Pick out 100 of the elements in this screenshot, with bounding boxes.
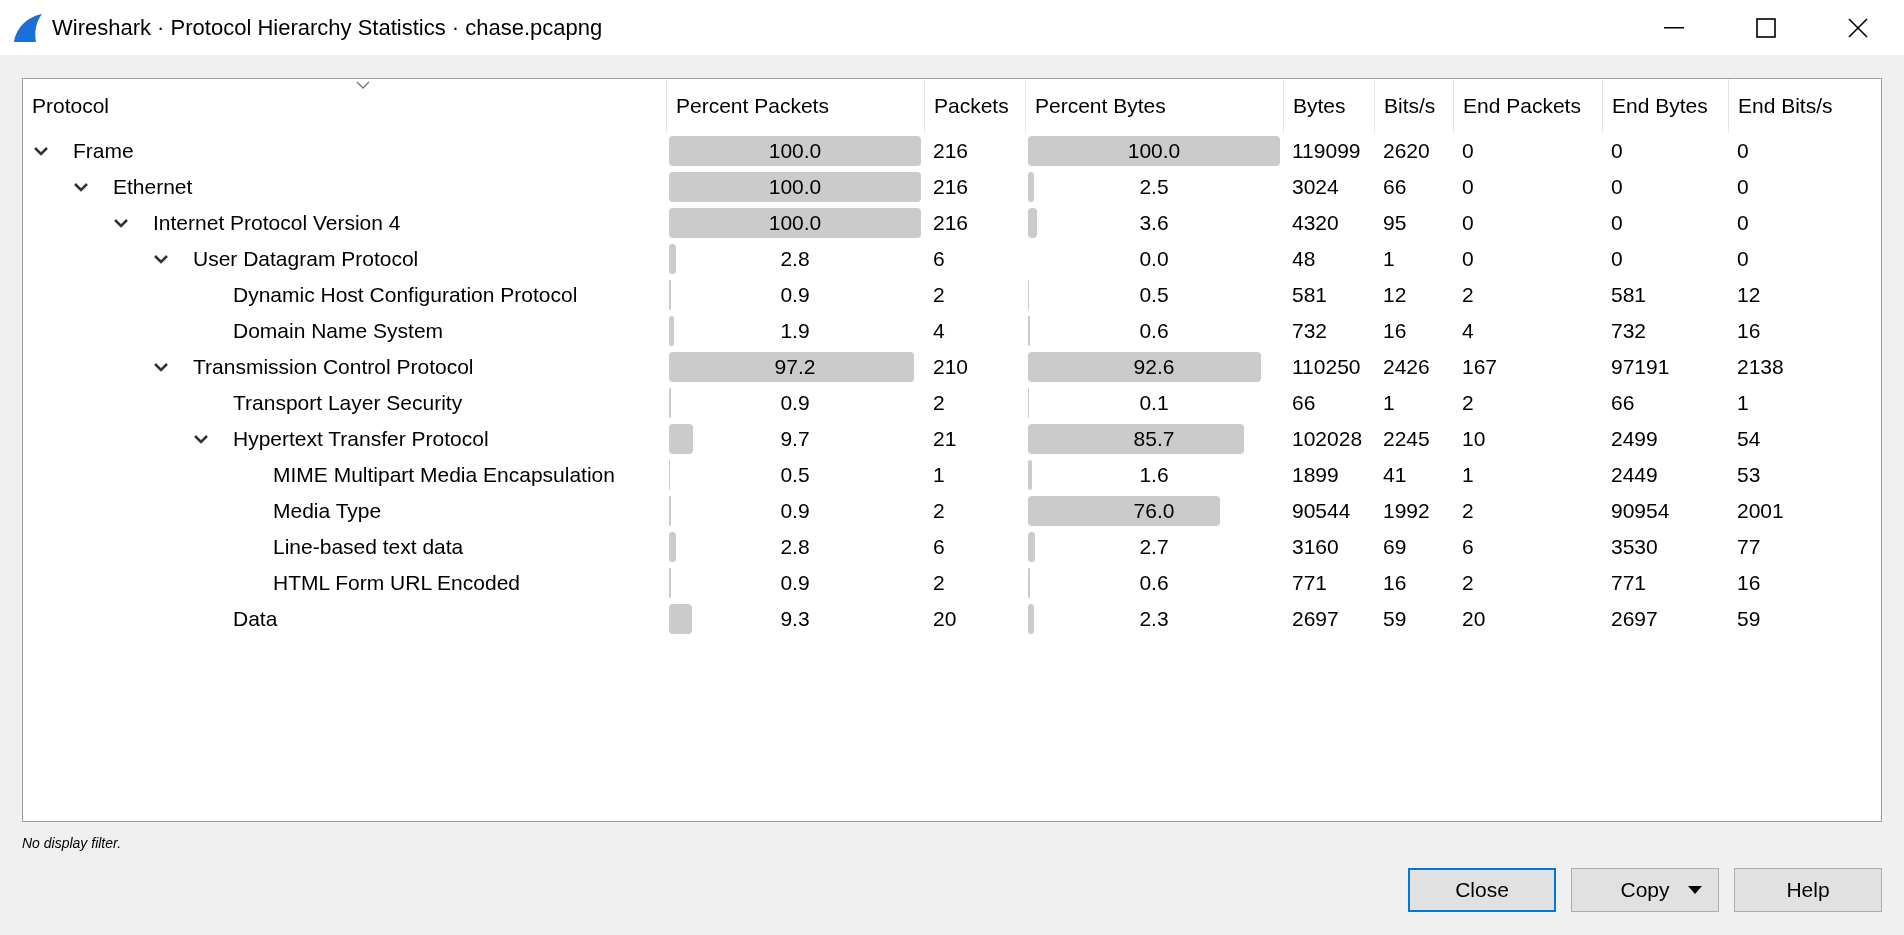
- table-row[interactable]: Ethernet 100.0 216 2.5 3024 66 0 0 0: [23, 169, 1881, 205]
- table-cell-text: 732: [1292, 318, 1328, 345]
- table-cell-text: 2: [1462, 570, 1474, 597]
- table-cell-text: 66: [1292, 390, 1316, 417]
- protocol-name: MIME Multipart Media Encapsulation: [273, 462, 615, 489]
- table-cell-text: 0: [1737, 174, 1749, 201]
- percent-value: 0.0: [1139, 246, 1169, 273]
- table-cell-text: 2620: [1383, 138, 1430, 165]
- table-cell-text: 732: [1611, 318, 1647, 345]
- table-cell-text: 1: [1462, 462, 1474, 489]
- table-cell-text: 41: [1383, 462, 1407, 489]
- table-row[interactable]: Hypertext Transfer Protocol 9.7 21 85.7 102028 2245 10 2499 54: [23, 421, 1881, 457]
- protocol-name: Frame: [73, 138, 134, 165]
- column-header[interactable]: Protocol: [32, 90, 110, 122]
- table-cell-text: 20: [933, 606, 957, 633]
- table-row[interactable]: HTML Form URL Encoded 0.9 2 0.6 771 16 2 771 16: [23, 565, 1881, 601]
- percent-value: 1.9: [780, 318, 810, 345]
- table-cell-text: 90954: [1611, 498, 1670, 525]
- percent-value: 76.0: [1133, 498, 1175, 525]
- table-cell-text: 2499: [1611, 426, 1658, 453]
- percent-value: 1.6: [1139, 462, 1169, 489]
- table-cell-text: 6: [933, 246, 945, 273]
- table-row[interactable]: Domain Name System 1.9 4 0.6 732 16 4 732 16: [23, 313, 1881, 349]
- protocol-name: Transport Layer Security: [233, 390, 463, 417]
- table-cell-text: 2: [1462, 498, 1474, 525]
- table-row[interactable]: Media Type 0.9 2 76.0 90544 1992 2 90954 2001: [23, 493, 1881, 529]
- table-cell-text: 54: [1737, 426, 1761, 453]
- table-cell-text: 216: [933, 174, 969, 201]
- sort-caret-icon[interactable]: [356, 81, 370, 89]
- table-cell-text: 16: [1383, 318, 1407, 345]
- table-cell-text: 3530: [1611, 534, 1658, 561]
- table-cell-text: 2697: [1292, 606, 1339, 633]
- table-row[interactable]: Dynamic Host Configuration Protocol 0.9 2 0.5 581 12 2 581 12: [23, 277, 1881, 313]
- table-cell-text: 12: [1737, 282, 1761, 309]
- column-header[interactable]: Percent Packets: [676, 90, 829, 122]
- table-cell-text: 6: [933, 534, 945, 561]
- table-cell-text: 0: [1462, 246, 1474, 273]
- column-header[interactable]: End Packets: [1463, 90, 1581, 122]
- table-cell-text: 16: [1737, 570, 1761, 597]
- percent-value: 0.9: [780, 498, 810, 525]
- percent-value: 100.0: [768, 138, 822, 165]
- percent-value: 9.7: [780, 426, 810, 453]
- table-cell-text: 2: [933, 498, 945, 525]
- table-cell-text: 4: [1462, 318, 1474, 345]
- status-text: No display filter.: [22, 834, 123, 853]
- column-header[interactable]: Bits/s: [1384, 90, 1436, 122]
- protocol-name: HTML Form URL Encoded: [273, 570, 521, 597]
- percent-value: 2.3: [1139, 606, 1169, 633]
- table-row[interactable]: Transport Layer Security 0.9 2 0.1 66 1 2 66 1: [23, 385, 1881, 421]
- table-cell-text: 21: [933, 426, 957, 453]
- dropdown-caret-icon: [1688, 886, 1702, 894]
- percent-value: 0.6: [1139, 318, 1169, 345]
- table-cell-text: 0: [1611, 174, 1623, 201]
- table-cell-text: 1: [1737, 390, 1749, 417]
- table-cell-text: 0: [1737, 246, 1749, 273]
- table-cell-text: 2449: [1611, 462, 1658, 489]
- table-cell-text: 771: [1292, 570, 1328, 597]
- table-cell-text: 4320: [1292, 210, 1339, 237]
- dialog-button[interactable]: Close: [1408, 868, 1556, 912]
- protocol-name: Data: [233, 606, 278, 633]
- column-header[interactable]: Packets: [934, 90, 1009, 122]
- dialog-button[interactable]: Help: [1734, 868, 1882, 912]
- percent-value: 0.5: [780, 462, 810, 489]
- table-cell-text: 66: [1383, 174, 1407, 201]
- table-row[interactable]: User Datagram Protocol 2.8 6 0.0 48 1 0 0 0: [23, 241, 1881, 277]
- table-row[interactable]: Frame 100.0 216 100.0 119099 2620 0 0 0: [23, 133, 1881, 169]
- table-row[interactable]: MIME Multipart Media Encapsulation 0.5 1 1.6 1899 41 1 2449 53: [23, 457, 1881, 493]
- table-cell-text: 2001: [1737, 498, 1784, 525]
- column-header[interactable]: End Bytes: [1612, 90, 1708, 122]
- column-header[interactable]: End Bits/s: [1738, 90, 1833, 122]
- table-cell-text: 20: [1462, 606, 1486, 633]
- percent-value: 2.8: [780, 534, 810, 561]
- table-cell-text: 59: [1383, 606, 1407, 633]
- column-header[interactable]: Bytes: [1293, 90, 1346, 122]
- table-cell-text: 2: [1462, 390, 1474, 417]
- percent-value: 85.7: [1133, 426, 1175, 453]
- column-header[interactable]: Percent Bytes: [1035, 90, 1166, 122]
- table-row[interactable]: Data 9.3 20 2.3 2697 59 20 2697 59: [23, 601, 1881, 637]
- percent-value: 0.9: [780, 570, 810, 597]
- table-row[interactable]: Line-based text data 2.8 6 2.7 3160 69 6 3530 77: [23, 529, 1881, 565]
- table-row[interactable]: Internet Protocol Version 4 100.0 216 3.6 4320 95 0 0 0: [23, 205, 1881, 241]
- percent-value: 0.5: [1139, 282, 1169, 309]
- table-cell-text: 1: [933, 462, 945, 489]
- table-cell-text: 16: [1737, 318, 1761, 345]
- table-cell-text: 1899: [1292, 462, 1339, 489]
- table-cell-text: 2245: [1383, 426, 1430, 453]
- table-cell-text: 210: [933, 354, 969, 381]
- table-cell-text: 1: [1383, 390, 1395, 417]
- percent-value: 0.1: [1139, 390, 1169, 417]
- percent-value: 2.5: [1139, 174, 1169, 201]
- table-cell-text: 0: [1737, 138, 1749, 165]
- dialog-button[interactable]: Copy: [1571, 868, 1719, 912]
- table-cell-text: 6: [1462, 534, 1474, 561]
- table-cell-text: 66: [1611, 390, 1635, 417]
- table-cell-text: 4: [933, 318, 945, 345]
- table-cell-text: 53: [1737, 462, 1761, 489]
- table-cell-text: 1: [1383, 246, 1395, 273]
- percent-value: 0.9: [780, 282, 810, 309]
- percent-value: 9.3: [780, 606, 810, 633]
- table-row[interactable]: Transmission Control Protocol 97.2 210 92.6 110250 2426 167 97191 2138: [23, 349, 1881, 385]
